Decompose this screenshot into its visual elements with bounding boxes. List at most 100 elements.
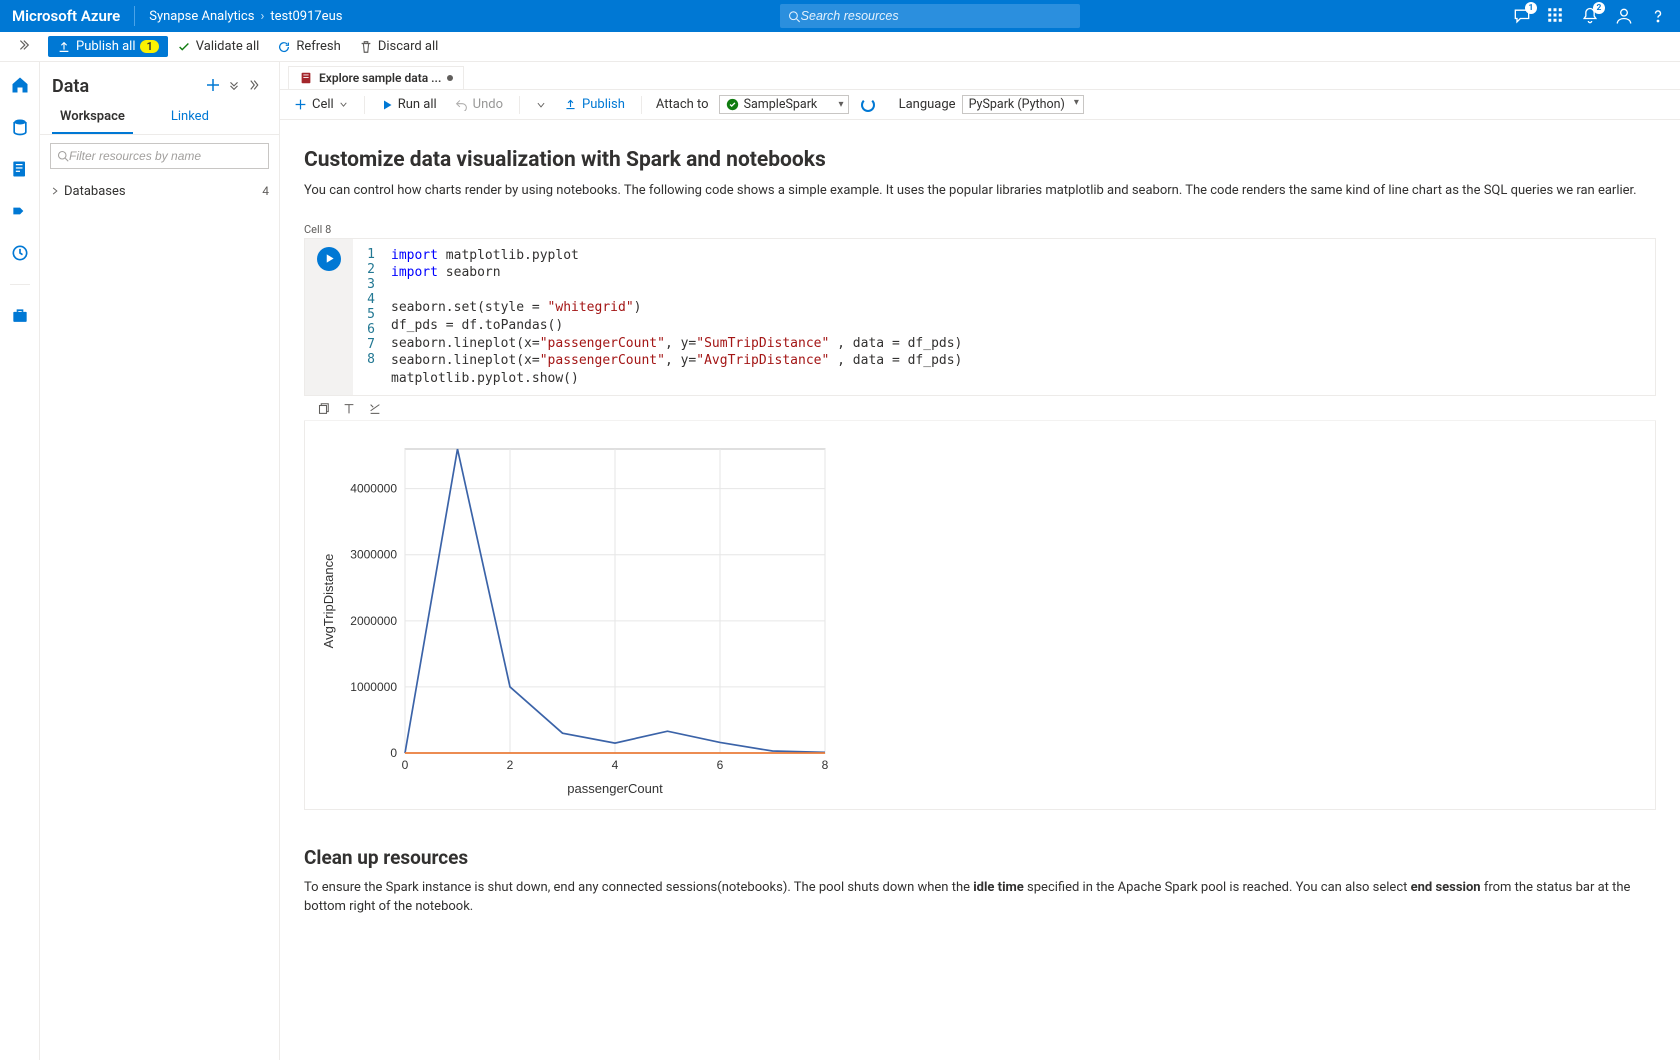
run-all-button[interactable]: Run all — [375, 94, 443, 115]
section-heading: Customize data visualization with Spark … — [304, 148, 1656, 172]
session-refresh-button[interactable] — [855, 95, 881, 115]
left-nav-rail — [0, 62, 40, 1060]
refresh-label: Refresh — [296, 39, 340, 54]
chevron-down-icon — [536, 100, 546, 110]
notebook-main: Explore sample data ... Cell Run all Und… — [280, 62, 1680, 1060]
notebook-document: Customize data visualization with Spark … — [280, 120, 1680, 1060]
panel-expand-icon[interactable] — [227, 78, 245, 96]
cell-index-label: Cell 8 — [304, 223, 1656, 236]
code-editor[interactable]: import matplotlib.pyplot import seaborn … — [381, 239, 972, 395]
command-bar: Publish all 1 Validate all Refresh Disca… — [0, 32, 1680, 62]
global-search-input[interactable] — [801, 9, 1073, 23]
breadcrumb-service[interactable]: Synapse Analytics — [149, 9, 264, 24]
run-cell-button[interactable] — [317, 247, 341, 271]
add-cell-button[interactable]: Cell — [288, 94, 354, 115]
cell-output-chart: 0100000020000003000000400000002468passen… — [304, 421, 1656, 810]
chevron-down-icon — [339, 100, 348, 109]
nav-monitor-icon[interactable] — [9, 242, 31, 264]
section-heading-2: Clean up resources — [304, 846, 1656, 869]
play-icon — [381, 99, 393, 111]
upload-icon — [564, 98, 577, 111]
attach-to-label: Attach to — [652, 97, 713, 112]
nav-manage-icon[interactable] — [9, 305, 31, 327]
editor-tab-notebook[interactable]: Explore sample data ... — [288, 66, 464, 89]
status-ok-icon — [726, 98, 739, 111]
code-cell[interactable]: 12345678 import matplotlib.pyplot import… — [304, 238, 1656, 396]
brand-label: Microsoft Azure — [12, 7, 120, 25]
apps-icon[interactable] — [1546, 6, 1566, 26]
chevron-down-icon: ▾ — [1074, 97, 1079, 108]
filter-input[interactable] — [69, 149, 262, 163]
play-icon — [324, 253, 335, 264]
spark-pool-value: SampleSpark — [744, 97, 818, 112]
search-icon — [788, 10, 800, 23]
header-actions: 1 2 — [1512, 6, 1668, 26]
output-copy-icon[interactable] — [316, 402, 332, 418]
refresh-icon — [277, 40, 291, 54]
data-panel: Data Workspace Linked Databases 4 — [40, 62, 280, 1060]
output-text-icon[interactable] — [342, 402, 358, 418]
upload-icon — [57, 40, 71, 54]
help-icon[interactable] — [1648, 6, 1668, 26]
svg-text:2000000: 2000000 — [350, 614, 397, 628]
svg-text:passengerCount: passengerCount — [567, 781, 663, 796]
panel-collapse-icon[interactable] — [249, 78, 267, 96]
filter-resources[interactable] — [50, 143, 269, 169]
language-select[interactable]: PySpark (Python) ▾ — [962, 95, 1084, 114]
undo-button[interactable]: Undo — [449, 94, 509, 115]
publish-all-label: Publish all — [76, 39, 135, 54]
chat-icon[interactable]: 1 — [1512, 6, 1532, 26]
output-clear-icon[interactable] — [368, 402, 384, 418]
chevron-down-icon: ▾ — [839, 99, 844, 110]
nav-data-icon[interactable] — [9, 116, 31, 138]
language-label: Language — [899, 97, 956, 112]
notebook-toolbar: Cell Run all Undo Publish Attach to — [280, 90, 1680, 120]
publish-count-badge: 1 — [140, 40, 158, 53]
undo-icon — [455, 98, 468, 111]
dirty-indicator-icon — [447, 75, 453, 81]
svg-text:0: 0 — [402, 758, 409, 772]
nav-develop-icon[interactable] — [9, 158, 31, 180]
expand-rail-icon[interactable] — [16, 38, 30, 56]
chevron-right-icon — [50, 186, 60, 196]
notebook-icon — [299, 71, 313, 85]
validate-all-label: Validate all — [196, 39, 260, 54]
cleanup-paragraph: To ensure the Spark instance is shut dow… — [304, 879, 1656, 917]
notifications-badge: 2 — [1593, 2, 1605, 14]
notifications-icon[interactable]: 2 — [1580, 6, 1600, 26]
line-chart: 0100000020000003000000400000002468passen… — [315, 439, 835, 799]
toolbar-more-button[interactable] — [530, 97, 552, 113]
feedback-icon[interactable] — [1614, 6, 1634, 26]
line-numbers: 12345678 — [353, 239, 381, 395]
trash-icon — [359, 40, 373, 54]
svg-text:4: 4 — [612, 758, 619, 772]
spinner-icon — [861, 98, 875, 112]
section-intro: You can control how charts render by usi… — [304, 182, 1656, 201]
nav-home-icon[interactable] — [9, 74, 31, 96]
publish-button[interactable]: Publish — [558, 94, 631, 115]
tab-linked[interactable]: Linked — [163, 103, 217, 134]
svg-text:1000000: 1000000 — [350, 680, 397, 694]
panel-add-icon[interactable] — [205, 77, 223, 97]
nav-integrate-icon[interactable] — [9, 200, 31, 222]
breadcrumb-workspace[interactable]: test0917eus — [270, 9, 342, 24]
tree-databases-count: 4 — [262, 184, 269, 198]
cell-output-toolbar — [304, 396, 1656, 421]
tree-databases[interactable]: Databases 4 — [50, 179, 269, 203]
discard-all-label: Discard all — [378, 39, 439, 54]
refresh-button[interactable]: Refresh — [268, 36, 349, 57]
search-icon — [57, 150, 69, 162]
svg-text:2: 2 — [507, 758, 514, 772]
global-search[interactable] — [780, 4, 1080, 28]
spark-pool-select[interactable]: SampleSpark ▾ — [719, 95, 849, 114]
svg-text:8: 8 — [822, 758, 829, 772]
plus-icon — [294, 98, 307, 111]
validate-all-button[interactable]: Validate all — [168, 36, 269, 57]
header-divider — [134, 6, 135, 26]
global-header: Microsoft Azure Synapse Analytics test09… — [0, 0, 1680, 32]
chat-badge: 1 — [1525, 2, 1537, 14]
publish-all-button[interactable]: Publish all 1 — [48, 36, 168, 57]
tab-workspace[interactable]: Workspace — [52, 103, 133, 134]
discard-all-button[interactable]: Discard all — [350, 36, 448, 57]
svg-text:6: 6 — [717, 758, 724, 772]
